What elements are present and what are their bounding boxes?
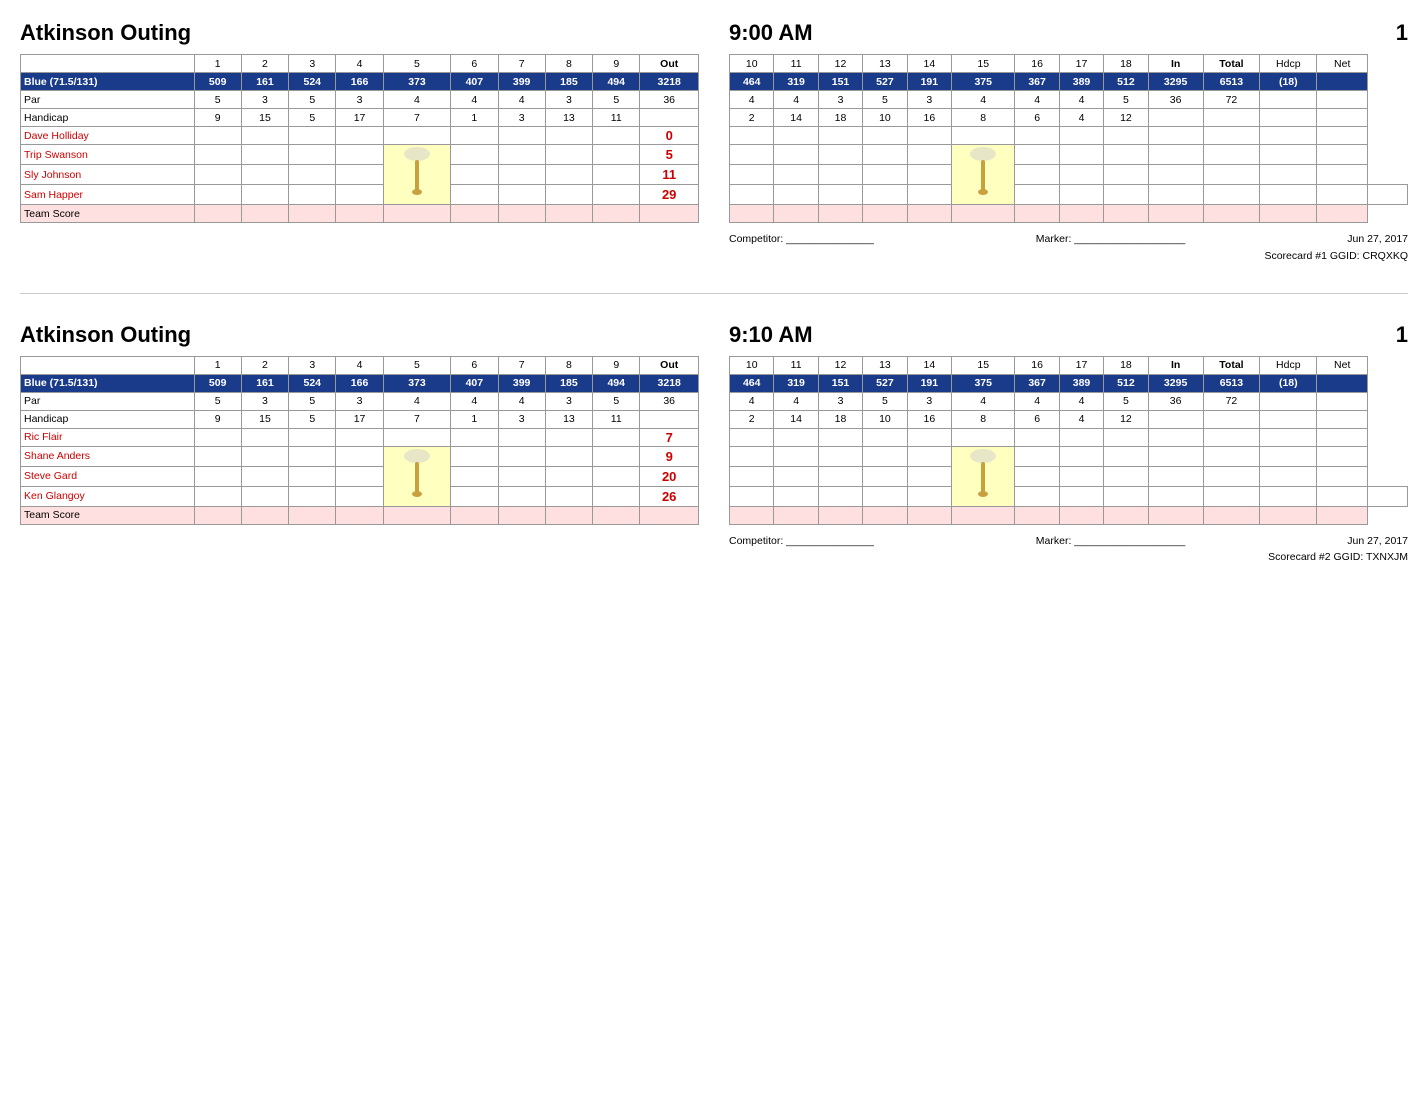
footer-1: Competitor: _______________ Marker: ____… — [729, 231, 1408, 265]
golf-tee-icon-2 — [403, 493, 431, 505]
player-row-s2-1: Ric Flair 7 — [21, 428, 699, 446]
team-score-row-2: Team Score — [21, 506, 699, 524]
scorecard-2-front: Atkinson Outing 1 2 3 4 5 6 7 8 9 Out — [20, 322, 699, 567]
team-score-row-1: Team Score — [21, 205, 699, 223]
player-row-s2-3: Steve Gard 20 — [21, 466, 699, 486]
back-nine-table-1: 10 11 12 13 14 15 16 17 18 In Total Hdcp… — [729, 54, 1408, 223]
competitor-label-1: Competitor: _______________ — [729, 231, 874, 248]
golf-tee-icon-1b — [969, 191, 997, 203]
marker-label-1: Marker: ___________________ — [1036, 231, 1185, 248]
player-row-s2-2: Shane Anders 9 — [21, 446, 699, 466]
golf-tee-icon-2b — [969, 493, 997, 505]
scorecard-info-2: Scorecard #2 GGID: TXNXJM — [1268, 551, 1408, 563]
scorecard-1-back: 9:00 AM 1 10 11 12 13 14 15 16 17 18 In … — [729, 20, 1408, 265]
scorecard-number-2: 1 — [1396, 322, 1408, 348]
back-nine-table-2: 10 11 12 13 14 15 16 17 18 In Total Hdcp… — [729, 356, 1408, 525]
date-2: Jun 27, 2017 — [1347, 533, 1408, 550]
player-row-3: Sly Johnson 11 — [21, 165, 699, 185]
marker-label-2: Marker: ___________________ — [1036, 533, 1185, 550]
player-row-2: Trip Swanson 5 — [21, 145, 699, 165]
footer-2: Competitor: _______________ Marker: ____… — [729, 533, 1408, 567]
golf-tee-icon-1 — [403, 146, 431, 203]
tee-time-1: 9:00 AM — [729, 20, 813, 46]
date-1: Jun 27, 2017 — [1347, 231, 1408, 248]
front-nine-table-1: 1 2 3 4 5 6 7 8 9 Out Blue (71.5/131) 50… — [20, 54, 699, 223]
player-row-s2-4: Ken Glangoy 26 — [21, 486, 699, 506]
scorecard-1-front: Atkinson Outing 1 2 3 4 5 6 7 8 9 Out — [20, 20, 699, 265]
scorecard-2-title: Atkinson Outing — [20, 322, 191, 348]
player-row-1: Dave Holliday 0 — [21, 127, 699, 145]
page-divider — [20, 293, 1408, 294]
front-nine-table-2: 1 2 3 4 5 6 7 8 9 Out Blue (71.5/131) 50… — [20, 356, 699, 525]
tee-time-2: 9:10 AM — [729, 322, 813, 348]
scorecard-1-title: Atkinson Outing — [20, 20, 191, 46]
scorecard-info-1: Scorecard #1 GGID: CRQXKQ — [1264, 250, 1408, 262]
player-row-4: Sam Happer 29 — [21, 185, 699, 205]
scorecard-2-back: 9:10 AM 1 10 11 12 13 14 15 16 17 18 In … — [729, 322, 1408, 567]
competitor-label-2: Competitor: _______________ — [729, 533, 874, 550]
scorecard-number-1: 1 — [1396, 20, 1408, 46]
